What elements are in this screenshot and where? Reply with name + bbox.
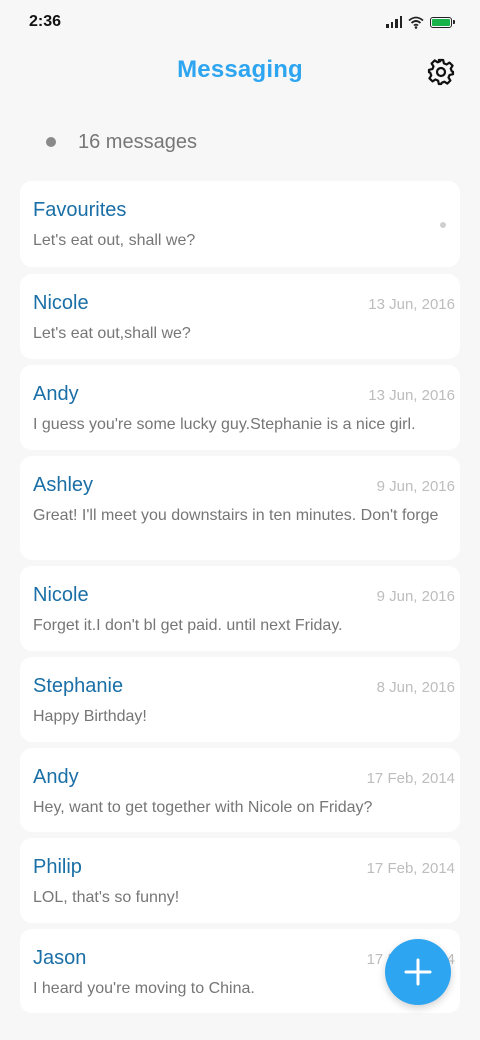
- conversation-preview: Happy Birthday!: [33, 708, 147, 725]
- conversation-preview: Great! I'll meet you downstairs in ten m…: [33, 507, 439, 524]
- conversation-item[interactable]: Ashley 9 Jun, 2016 Great! I'll meet you …: [20, 456, 460, 560]
- compose-button[interactable]: [385, 939, 451, 1005]
- conversation-preview: I heard you're moving to China.: [33, 980, 255, 997]
- unread-indicator: [440, 222, 446, 228]
- conversation-date: 17 Feb, 2014: [366, 860, 455, 877]
- page-title: Messaging: [177, 56, 303, 83]
- conversation-item[interactable]: Andy 17 Feb, 2014 Hey, want to get toget…: [20, 748, 460, 832]
- conversation-date: 13 Jun, 2016: [368, 296, 455, 313]
- conversation-preview: Forget it.I don't bl get paid. until nex…: [33, 617, 343, 634]
- conversation-preview: Hey, want to get together with Nicole on…: [33, 799, 373, 816]
- conversation-name: Jason: [33, 947, 87, 969]
- conversation-item[interactable]: Andy 13 Jun, 2016 I guess you're some lu…: [20, 365, 460, 450]
- message-count: 16 messages: [46, 128, 197, 156]
- conversation-name: Favourites: [33, 199, 127, 221]
- conversation-item[interactable]: Stephanie 8 Jun, 2016 Happy Birthday!: [20, 657, 460, 742]
- signal-icon: [386, 16, 402, 28]
- message-count-text: 16 messages: [78, 130, 197, 153]
- conversation-date: 8 Jun, 2016: [376, 679, 455, 696]
- conversation-name: Philip: [33, 856, 82, 878]
- conversation-item[interactable]: Philip 17 Feb, 2014 LOL, that's so funny…: [20, 838, 460, 923]
- conversation-name: Ashley: [33, 474, 94, 496]
- conversation-preview: Let's eat out,shall we?: [33, 325, 191, 342]
- status-time: 2:36: [29, 13, 62, 30]
- conversation-date: 9 Jun, 2016: [376, 478, 455, 495]
- status-bar: 2:36: [0, 0, 480, 44]
- conversation-name: Andy: [33, 383, 79, 405]
- conversation-item-favourites[interactable]: Favourites Let's eat out, shall we?: [20, 181, 460, 267]
- conversation-name: Andy: [33, 766, 79, 788]
- conversation-name: Nicole: [33, 584, 89, 606]
- settings-button[interactable]: [425, 56, 457, 88]
- conversation-name: Stephanie: [33, 675, 124, 697]
- conversation-preview: I guess you're some lucky guy.Stephanie …: [33, 416, 416, 433]
- conversation-item[interactable]: Nicole 13 Jun, 2016 Let's eat out,shall …: [20, 274, 460, 359]
- conversation-date: 17 Feb, 2014: [366, 770, 455, 787]
- conversation-name: Nicole: [33, 292, 89, 314]
- conversation-item[interactable]: Nicole 9 Jun, 2016 Forget it.I don't bl …: [20, 566, 460, 651]
- plus-icon: [404, 958, 432, 986]
- count-dot-icon: [46, 137, 56, 147]
- battery-icon: [430, 16, 455, 28]
- conversation-date: 9 Jun, 2016: [376, 588, 455, 605]
- wifi-icon: [408, 16, 424, 29]
- gear-icon: [427, 58, 455, 86]
- status-icons: [386, 14, 455, 30]
- conversation-date: 13 Jun, 2016: [368, 387, 455, 404]
- conversation-preview: LOL, that's so funny!: [33, 889, 180, 906]
- conversation-preview: Let's eat out, shall we?: [33, 232, 196, 249]
